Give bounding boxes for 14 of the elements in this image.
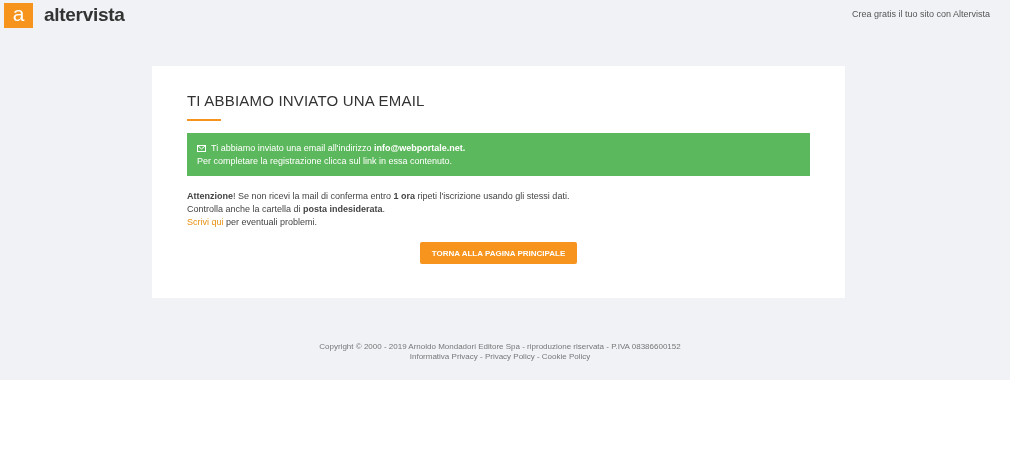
envelope-icon [197, 145, 206, 152]
page-title: TI ABBIAMO INVIATO UNA EMAIL [187, 92, 426, 109]
create-site-link[interactable]: Crea gratis il tuo sito con Altervista [851, 9, 990, 19]
help-text: per eventuali problemi. [225, 217, 318, 227]
notice-text: Attenzione! Se non ricevi la mail di conferma entro 1 ora ripeti l'iscrizione usando gli stessi dati. [187, 190, 571, 203]
logo-text[interactable]: altervista [44, 4, 125, 26]
copyright-text: Copyright © 2000 - 2019 Arnoldo Mondadori Editore Spa - riproduzione riservata - P.IVA 08386600152 [318, 342, 682, 352]
alert-text: Per completare la registrazione clicca sul link in essa contenuto. [197, 155, 454, 168]
alert-text: Ti abbiamo inviato una email all'indirizzo info@webportale.net. [197, 142, 800, 155]
footer-links[interactable]: Informativa Privacy - Privacy Policy - Cookie Policy [0, 352, 1010, 362]
logo-mark[interactable]: a [4, 2, 33, 28]
back-home-button[interactable]: TORNA ALLA PAGINA PRINCIPALE [420, 242, 577, 264]
notice-text: Controlla anche la cartella di posta indesiderata. [187, 203, 387, 216]
write-here-link[interactable]: Scrivi qui [187, 217, 224, 227]
